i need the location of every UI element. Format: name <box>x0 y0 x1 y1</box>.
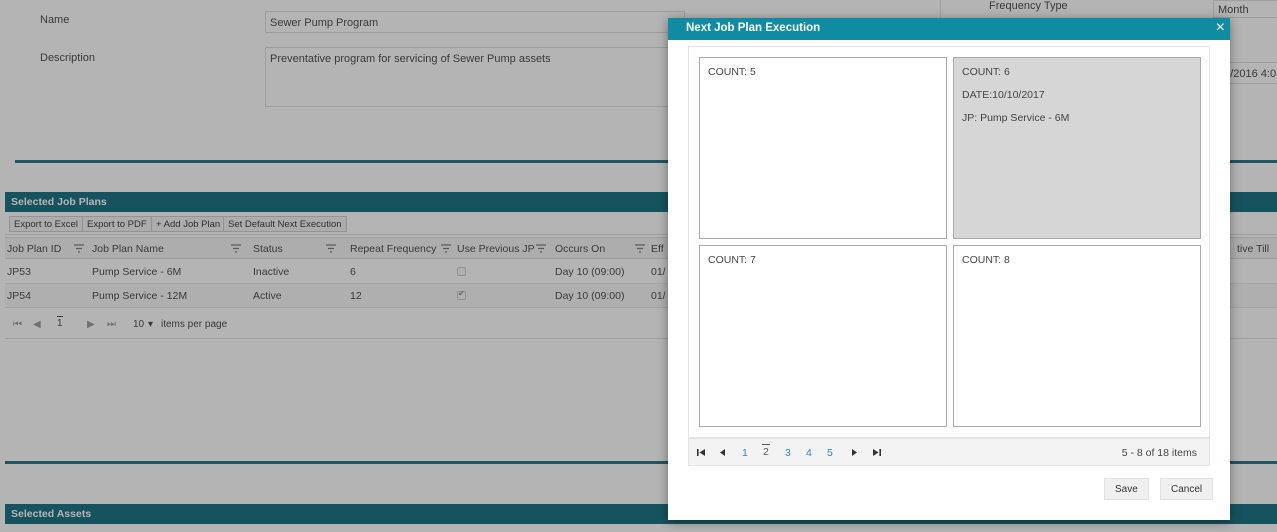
page-link-5[interactable]: 5 <box>827 447 833 459</box>
card-count: COUNT: 5 <box>708 66 756 78</box>
dialog-titlebar: Next Job Plan Execution <box>668 18 1230 40</box>
prev-page-icon[interactable] <box>719 448 726 459</box>
cancel-button[interactable]: Cancel <box>1160 478 1214 500</box>
dialog-title: Next Job Plan Execution <box>686 22 821 34</box>
card-count: COUNT: 7 <box>708 254 756 266</box>
page-link-4[interactable]: 4 <box>806 447 812 459</box>
card-count: COUNT: 8 <box>962 254 1010 266</box>
last-page-icon[interactable] <box>872 448 881 459</box>
dialog-pager: 1 2 3 4 5 5 - 8 of 18 items <box>688 438 1210 466</box>
execution-card-selected[interactable]: COUNT: 6 DATE:10/10/2017 JP: Pump Servic… <box>953 57 1201 239</box>
execution-cards-area: COUNT: 5 COUNT: 6 DATE:10/10/2017 JP: Pu… <box>688 46 1210 438</box>
first-page-icon[interactable] <box>697 448 706 459</box>
pager-info: 5 - 8 of 18 items <box>1121 447 1197 459</box>
execution-card[interactable]: COUNT: 5 <box>699 57 947 239</box>
execution-card[interactable]: COUNT: 8 <box>953 245 1201 427</box>
page-link-3[interactable]: 3 <box>785 447 791 459</box>
close-icon[interactable]: × <box>1216 18 1225 38</box>
next-page-icon[interactable] <box>851 448 858 459</box>
card-job-plan: JP: Pump Service - 6M <box>962 112 1070 124</box>
next-job-plan-execution-dialog: Next Job Plan Execution × COUNT: 5 COUNT… <box>668 18 1230 520</box>
page-link-2[interactable]: 2 <box>762 444 770 458</box>
card-count: COUNT: 6 <box>962 66 1010 78</box>
save-button[interactable]: Save <box>1104 478 1149 500</box>
execution-card[interactable]: COUNT: 7 <box>699 245 947 427</box>
page-link-1[interactable]: 1 <box>742 447 748 459</box>
card-date: DATE:10/10/2017 <box>962 89 1045 101</box>
